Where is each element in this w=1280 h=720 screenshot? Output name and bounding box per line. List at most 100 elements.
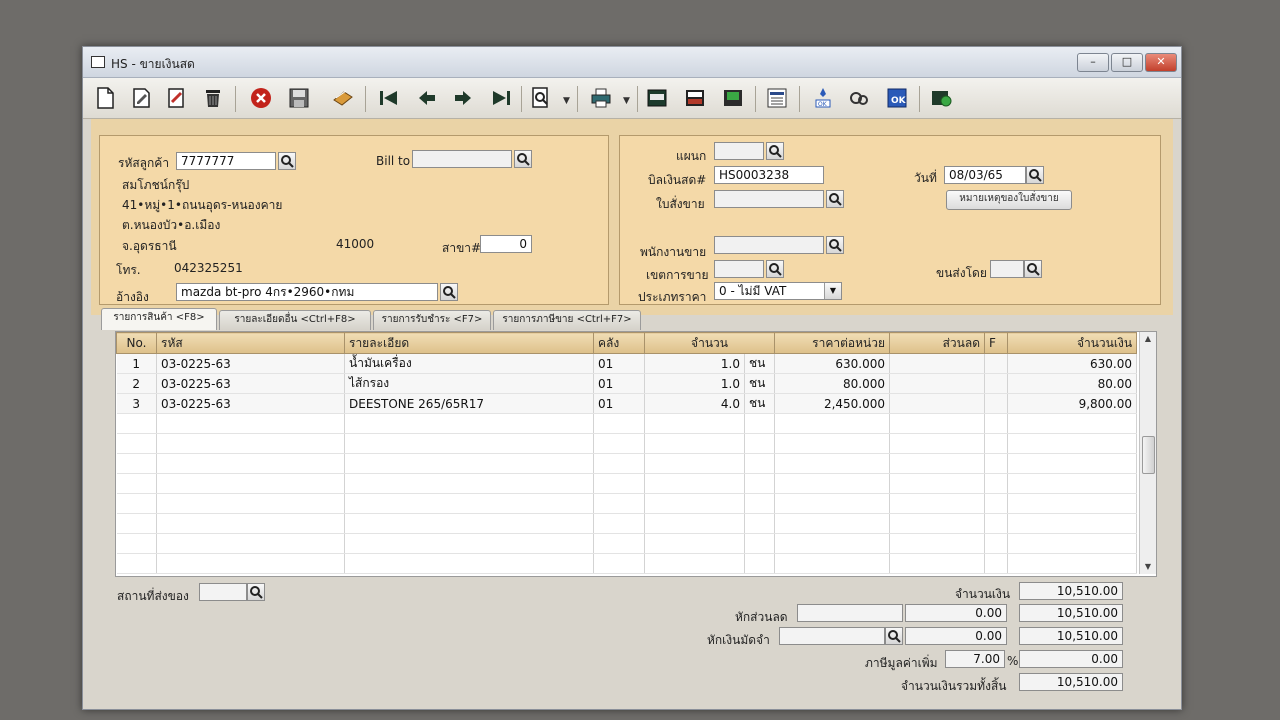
grid-scrollbar[interactable]: ▲ ▼ [1139,332,1156,574]
table-row[interactable]: 2 03-0225-63 ไส้กรอง 01 1.0 ชน 80.000 80.00 [116,373,1138,394]
empty-cell[interactable] [344,473,594,494]
sales-zone-field[interactable] [714,260,764,278]
empty-cell[interactable] [744,493,776,514]
empty-cell[interactable] [889,413,986,434]
empty-cell[interactable] [593,473,645,494]
cell-quantity[interactable]: 1.0 [644,353,745,374]
minimize-button[interactable]: – [1077,53,1109,72]
cell-flag[interactable] [984,393,1009,414]
cell-unit-price[interactable]: 80.000 [774,373,891,394]
empty-cell[interactable] [116,553,157,574]
search-dropdown-icon[interactable]: ▼ [563,96,570,106]
empty-cell[interactable] [774,453,891,474]
empty-cell[interactable] [774,533,891,554]
col-header-quantity[interactable]: จำนวน [643,332,776,354]
tools-icon[interactable] [845,84,873,112]
cell-amount[interactable]: 80.00 [1007,373,1138,394]
empty-row[interactable] [116,493,1138,514]
date-field[interactable]: 08/03/65 [944,166,1026,184]
empty-cell[interactable] [1007,453,1138,474]
cell-unit-price[interactable]: 630.000 [774,353,891,374]
empty-cell[interactable] [593,433,645,454]
report-icon[interactable] [643,84,671,112]
scroll-down-icon[interactable]: ▼ [1140,560,1156,574]
last-record-icon[interactable] [487,84,515,112]
printer-icon[interactable] [587,84,615,112]
empty-cell[interactable] [644,493,745,514]
prev-record-icon[interactable] [413,84,441,112]
approve-icon[interactable]: OK [809,84,837,112]
cell-code[interactable]: 03-0225-63 [156,393,345,414]
empty-cell[interactable] [744,433,776,454]
empty-row[interactable] [116,513,1138,534]
sales-zone-search-icon[interactable] [766,260,784,278]
billto-search-icon[interactable] [514,150,532,168]
cell-description[interactable]: DEESTONE 265/65R17 [344,393,594,414]
empty-cell[interactable] [156,553,345,574]
empty-cell[interactable] [1007,493,1138,514]
empty-cell[interactable] [593,513,645,534]
customer-search-icon[interactable] [278,152,296,170]
empty-cell[interactable] [889,473,986,494]
empty-cell[interactable] [1007,533,1138,554]
scroll-up-icon[interactable]: ▲ [1140,332,1156,346]
ship-by-field[interactable] [990,260,1024,278]
tab-sales-tax[interactable]: รายการภาษีขาย <Ctrl+F7> [493,310,641,330]
empty-cell[interactable] [644,453,745,474]
delete-icon[interactable] [199,84,227,112]
empty-cell[interactable] [344,453,594,474]
col-header-amount[interactable]: จำนวนเงิน [1007,332,1138,354]
empty-cell[interactable] [744,533,776,554]
empty-cell[interactable] [156,493,345,514]
cell-warehouse[interactable]: 01 [593,353,645,374]
empty-cell[interactable] [116,433,157,454]
empty-cell[interactable] [1007,433,1138,454]
empty-row[interactable] [116,533,1138,554]
empty-cell[interactable] [744,513,776,534]
empty-cell[interactable] [744,413,776,434]
empty-cell[interactable] [156,513,345,534]
empty-cell[interactable] [116,493,157,514]
empty-cell[interactable] [344,413,594,434]
scroll-thumb[interactable] [1142,436,1155,474]
empty-row[interactable] [116,453,1138,474]
empty-cell[interactable] [984,413,1009,434]
discount-value-field[interactable]: 0.00 [905,604,1007,622]
table-row[interactable]: 3 03-0225-63 DEESTONE 265/65R17 01 4.0 ชน 2,45… [116,393,1138,414]
empty-cell[interactable] [774,553,891,574]
empty-cell[interactable] [889,433,986,454]
deposit-search-icon[interactable] [885,627,903,645]
bill-number-field[interactable]: HS0003238 [714,166,824,184]
empty-cell[interactable] [984,493,1009,514]
col-header-code[interactable]: รหัส [156,332,345,354]
reference-search-icon[interactable] [440,283,458,301]
customer-code-field[interactable]: 7777777 [176,152,276,170]
cell-warehouse[interactable]: 01 [593,373,645,394]
empty-cell[interactable] [344,433,594,454]
empty-cell[interactable] [116,413,157,434]
empty-cell[interactable] [1007,413,1138,434]
empty-cell[interactable] [644,473,745,494]
cell-flag[interactable] [984,373,1009,394]
settings-icon[interactable] [927,84,955,112]
empty-cell[interactable] [116,513,157,534]
empty-cell[interactable] [744,453,776,474]
empty-cell[interactable] [156,453,345,474]
edit-icon[interactable] [127,84,155,112]
copy-icon[interactable] [163,84,191,112]
ship-place-search-icon[interactable] [247,583,265,601]
salesman-field[interactable] [714,236,824,254]
empty-cell[interactable] [889,533,986,554]
department-search-icon[interactable] [766,142,784,160]
date-picker-icon[interactable] [1026,166,1044,184]
empty-cell[interactable] [593,453,645,474]
empty-cell[interactable] [593,493,645,514]
empty-cell[interactable] [774,433,891,454]
empty-cell[interactable] [889,493,986,514]
cell-amount[interactable]: 9,800.00 [1007,393,1138,414]
col-header-description[interactable]: รายละเอียด [344,332,594,354]
ok-icon[interactable]: OK [883,84,911,112]
empty-cell[interactable] [774,473,891,494]
empty-row[interactable] [116,413,1138,434]
cell-quantity[interactable]: 1.0 [644,373,745,394]
